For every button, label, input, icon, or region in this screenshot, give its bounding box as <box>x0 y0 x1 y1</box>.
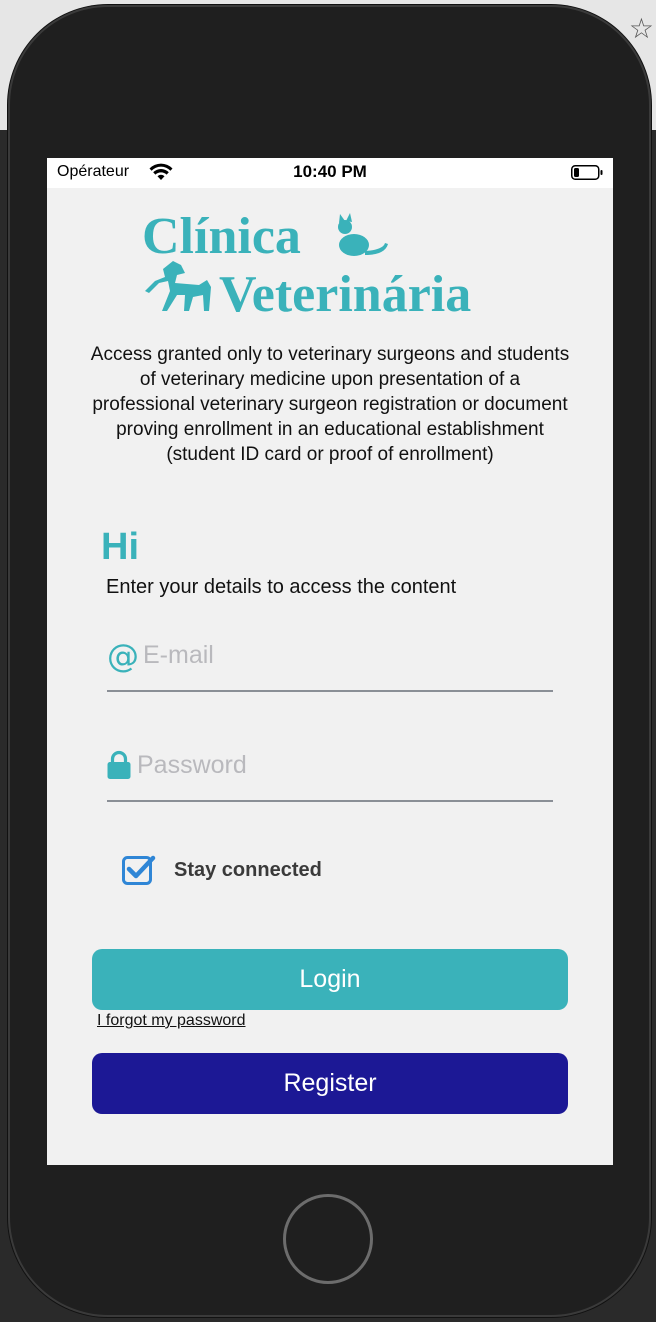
dog-icon <box>145 261 211 311</box>
password-input[interactable] <box>137 744 537 786</box>
logo-line-1: Clínica <box>142 208 301 265</box>
at-icon: @ <box>107 637 139 675</box>
login-button[interactable]: Login <box>92 949 568 1010</box>
logo-line-2: Veterinária <box>219 266 471 318</box>
status-time: 10:40 PM <box>293 162 367 181</box>
stay-connected-label: Stay connected <box>174 859 322 881</box>
lock-icon <box>107 750 131 779</box>
register-button[interactable]: Register <box>92 1053 568 1114</box>
status-bar: Opérateur 10:40 PM <box>47 158 613 188</box>
checkbox-checked-icon[interactable] <box>122 854 156 886</box>
access-notice: Access granted only to veterinary surgeo… <box>90 344 570 465</box>
forgot-password-link[interactable]: I forgot my password <box>97 1012 246 1030</box>
clinic-logo: Clínica Veterinária <box>142 208 471 318</box>
email-input[interactable] <box>143 634 543 676</box>
greeting-subtitle: Enter your details to access the content <box>106 576 457 598</box>
home-button-icon[interactable] <box>283 1194 373 1284</box>
star-icon[interactable]: ☆ <box>629 12 654 45</box>
email-field: @ <box>107 630 553 692</box>
greeting-title: Hi <box>101 526 139 568</box>
password-field <box>107 740 553 802</box>
app-screen: Opérateur 10:40 PM Clínica Veterinária A… <box>47 158 613 1165</box>
battery-icon <box>571 165 603 180</box>
cat-icon <box>338 213 388 256</box>
